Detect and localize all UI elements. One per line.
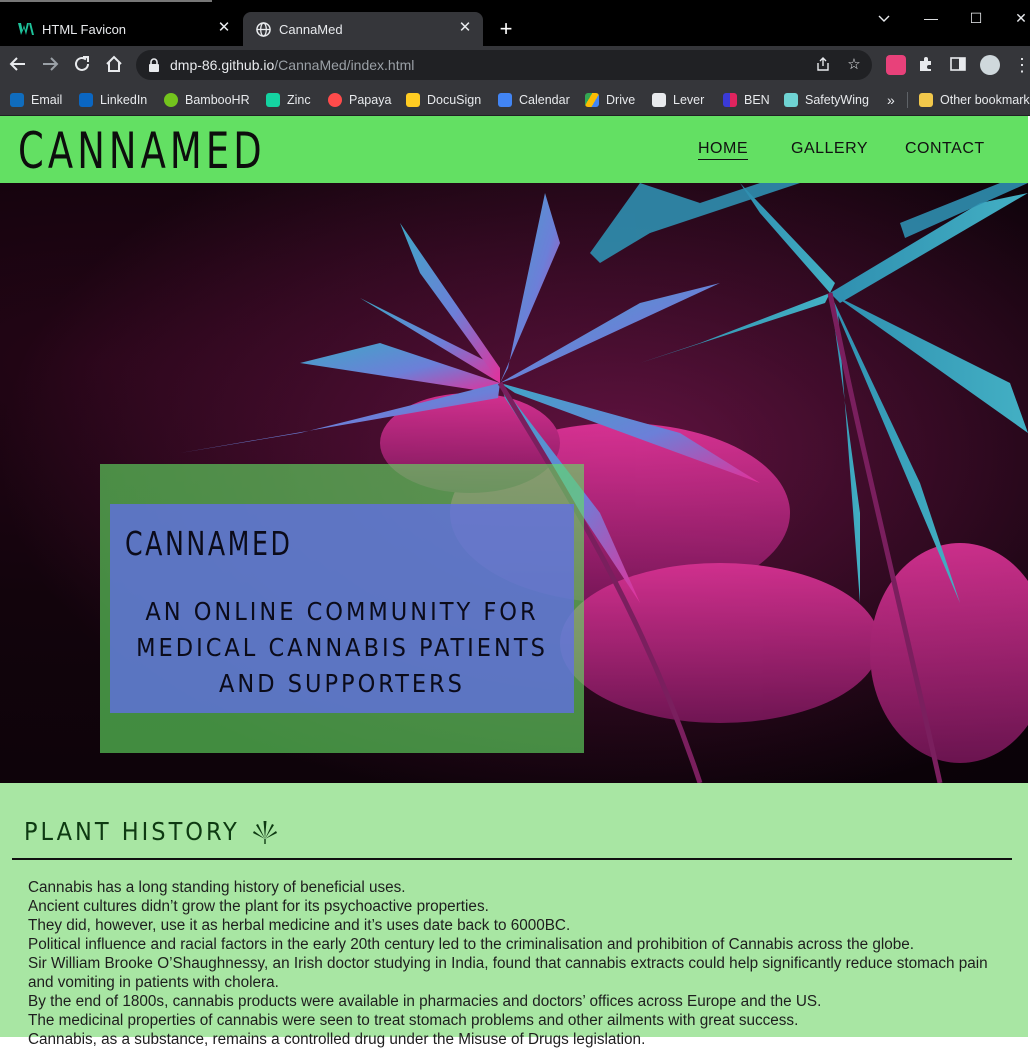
bookmark-linkedin[interactable]: LinkedIn [79, 90, 147, 110]
bookmark-star-icon[interactable]: ☆ [845, 56, 863, 74]
history-paragraph: The medicinal properties of cannabis wer… [28, 1012, 799, 1029]
papaya-icon [328, 93, 342, 107]
side-panel-icon[interactable] [949, 55, 969, 75]
bookmark-label: Email [31, 93, 63, 107]
safetywing-icon [784, 93, 798, 107]
hero-subtitle: AN ONLINE COMMUNITY FOR MEDICAL CANNABIS… [136, 597, 548, 698]
tab-title: CannaMed [279, 21, 343, 37]
history-paragraph: Political influence and racial factors i… [28, 936, 915, 953]
back-arrow-icon[interactable] [8, 55, 28, 75]
nav-link-home[interactable]: HOME [698, 140, 748, 160]
history-paragraph: By the end of 1800s, cannabis products w… [28, 993, 822, 1010]
bookmark-label: BEN [744, 93, 770, 107]
bamboohr-icon [164, 93, 178, 107]
bookmark-label: Drive [606, 93, 636, 107]
history-paragraph: They did, however, use it as herbal medi… [28, 917, 571, 934]
browser-tab-bar: HTML Favicon ✕ CannaMed ✕ + — ☐ ✕ [0, 0, 1030, 46]
section-heading-text: PLANT HISTORY [24, 817, 240, 846]
history-body: Cannabis has a long standing history of … [28, 878, 998, 1049]
bookmark-label: SafetyWing [805, 93, 869, 107]
lock-icon [148, 58, 160, 72]
bookmark-ben[interactable]: BEN [723, 90, 770, 110]
browser-tab-cannamed[interactable]: CannaMed ✕ [243, 12, 483, 46]
bookmark-papaya[interactable]: Papaya [328, 90, 391, 110]
bookmark-calendar[interactable]: Calendar [498, 90, 570, 110]
tab-strip-accent [0, 0, 212, 2]
bookmark-label: DocuSign [427, 93, 482, 107]
bookmark-divider [907, 92, 908, 108]
history-paragraph: Cannabis, as a substance, remains a cont… [28, 1031, 646, 1048]
bookmark-safetywing[interactable]: SafetyWing [784, 90, 869, 110]
address-bar[interactable]: dmp-86.github.io/CannaMed/index.html ☆ [136, 50, 872, 80]
cannabis-leaf-icon [252, 819, 278, 845]
site-logo[interactable]: CANNAMED [18, 122, 266, 180]
forward-arrow-icon[interactable] [40, 55, 60, 75]
docusign-icon [406, 93, 420, 107]
bookmark-drive[interactable]: Drive [585, 90, 635, 110]
lever-icon [652, 93, 666, 107]
bookmark-label: Zinc [287, 93, 311, 107]
url-text[interactable]: dmp-86.github.io/CannaMed/index.html [170, 57, 414, 73]
globe-icon [255, 21, 271, 37]
browser-tab-html-favicon[interactable]: HTML Favicon ✕ [8, 12, 242, 46]
ben-icon [723, 93, 737, 107]
share-icon[interactable] [814, 56, 832, 74]
bookmark-label: Other bookmarks [940, 93, 1030, 107]
maximize-window-icon[interactable]: ☐ [966, 10, 986, 26]
zinc-icon [266, 93, 280, 107]
bookmarks-bar: Email LinkedIn BambooHR Zinc Papaya Docu… [0, 84, 1030, 116]
tab-title: HTML Favicon [42, 21, 127, 37]
hero-inner-panel: CANNAMED AN ONLINE COMMUNITY FOR MEDICAL… [110, 504, 574, 713]
outlook-icon [10, 93, 24, 107]
profile-avatar[interactable] [980, 55, 1000, 75]
other-bookmarks-folder[interactable]: Other bookmarks [919, 90, 1030, 110]
section-divider [12, 858, 1012, 860]
section-heading: PLANT HISTORY [24, 817, 278, 846]
more-bookmarks-chevron[interactable]: » [887, 90, 895, 110]
folder-icon [919, 93, 933, 107]
hero-title: CANNAMED [125, 524, 293, 563]
linkedin-icon [79, 93, 93, 107]
plant-history-section: PLANT HISTORY Cannabis has a long standi… [0, 783, 1028, 1048]
w-logo-icon [18, 21, 34, 37]
drive-icon [585, 93, 599, 107]
menu-kebab-icon[interactable]: ⋮ [1012, 55, 1030, 75]
url-path: /CannaMed/index.html [274, 57, 415, 73]
extension-pink-icon[interactable] [886, 55, 906, 75]
nav-link-contact[interactable]: CONTACT [905, 140, 985, 158]
home-icon[interactable] [104, 55, 124, 75]
history-paragraph: Ancient cultures didn’t grow the plant f… [28, 898, 489, 915]
new-tab-plus-icon[interactable]: + [496, 18, 516, 40]
tab-search-chevron-icon[interactable] [874, 10, 894, 26]
hero-section: CANNAMED AN ONLINE COMMUNITY FOR MEDICAL… [0, 183, 1028, 783]
minimize-window-icon[interactable]: — [921, 10, 941, 26]
bookmark-email[interactable]: Email [10, 90, 62, 110]
bookmark-label: Lever [673, 93, 705, 107]
bookmark-label: LinkedIn [100, 93, 148, 107]
close-tab-icon[interactable]: ✕ [216, 20, 232, 36]
history-paragraph: Sir William Brooke O’Shaughnessy, an Iri… [28, 955, 988, 991]
url-host: dmp-86.github.io [170, 57, 275, 73]
bookmark-docusign[interactable]: DocuSign [406, 90, 481, 110]
close-tab-icon[interactable]: ✕ [457, 20, 473, 36]
history-paragraph: Cannabis has a long standing history of … [28, 879, 406, 896]
bookmark-label: Calendar [519, 93, 570, 107]
reload-icon[interactable] [72, 55, 92, 75]
close-window-icon[interactable]: ✕ [1011, 10, 1030, 26]
bookmark-bamboohr[interactable]: BambooHR [164, 90, 250, 110]
bookmark-zinc[interactable]: Zinc [266, 90, 311, 110]
browser-toolbar: dmp-86.github.io/CannaMed/index.html ☆ ⋮ [0, 46, 1030, 84]
extensions-puzzle-icon[interactable] [917, 55, 937, 75]
site-header: CANNAMED HOME GALLERY CONTACT [0, 116, 1028, 183]
bookmark-lever[interactable]: Lever [652, 90, 704, 110]
bookmark-label: Papaya [349, 93, 392, 107]
calendar-icon [498, 93, 512, 107]
hero-outer-panel: CANNAMED AN ONLINE COMMUNITY FOR MEDICAL… [100, 464, 584, 753]
nav-link-gallery[interactable]: GALLERY [791, 140, 868, 158]
bookmark-label: BambooHR [185, 93, 250, 107]
